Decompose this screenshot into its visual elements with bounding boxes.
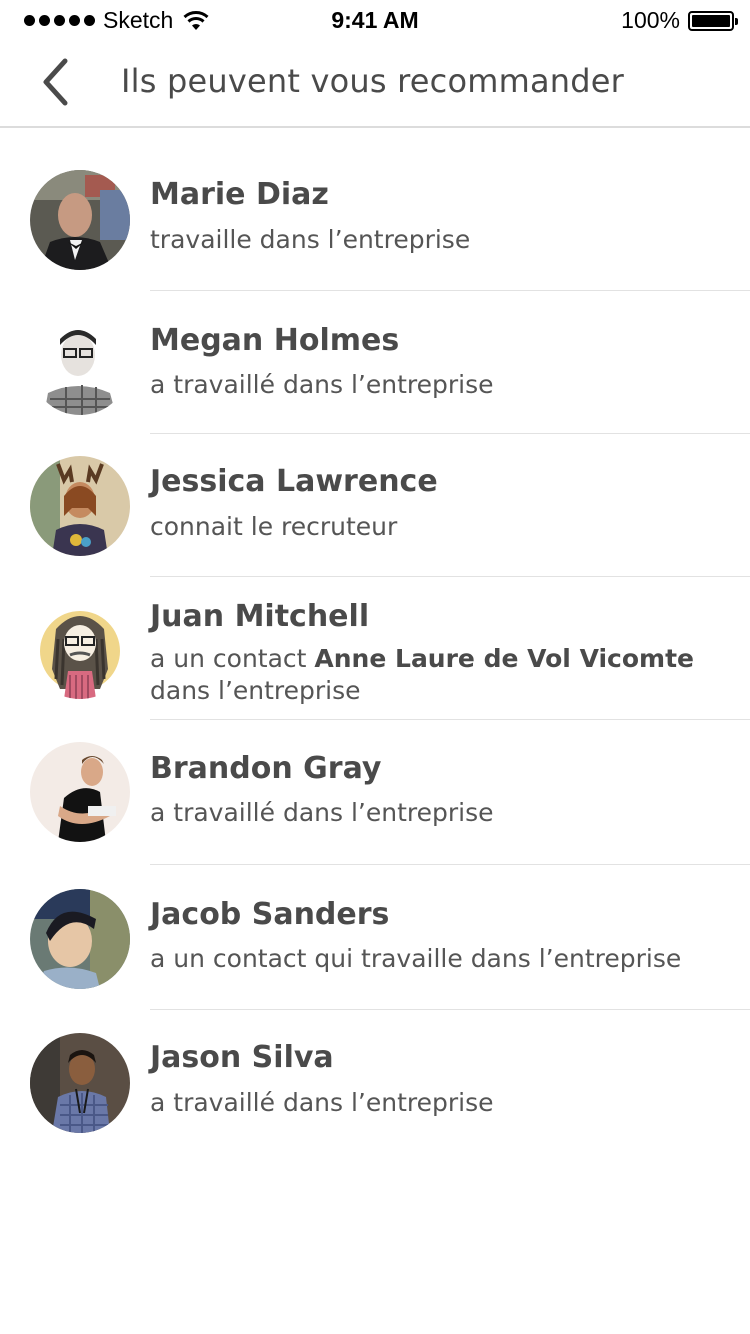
avatar [30,742,130,842]
recommender-list: Marie Diaz travaille dans l’entreprise M… [0,130,750,1155]
chevron-left-icon [43,58,68,106]
avatar [30,599,130,699]
person-name: Jason Silva [150,1040,334,1075]
person-name: Brandon Gray [150,751,382,786]
avatar [30,170,130,270]
relation-prefix: a un contact [150,644,315,673]
person-name: Jessica Lawrence [150,464,438,499]
person-relation: travaille dans l’entreprise [150,225,471,254]
person-relation-suffix: dans l’entreprise [150,676,361,705]
battery-icon [688,10,738,31]
avatar [30,889,130,989]
person-relation: a un contact Anne Laure de Vol Vicomte [150,643,694,675]
contact-name[interactable]: Anne Laure de Vol Vicomte [314,644,694,673]
list-item[interactable]: Jessica Lawrence connait le recruteur [0,434,750,577]
person-name: Jacob Sanders [150,897,390,932]
person-relation: connait le recruteur [150,512,398,541]
avatar [30,1033,130,1133]
person-relation: a un contact qui travaille dans l’entrep… [150,944,682,973]
back-button[interactable] [30,54,80,110]
battery-percent: 100% [621,7,680,33]
person-relation: a travaillé dans l’entreprise [150,1088,494,1117]
list-item[interactable]: Jacob Sanders a un contact qui travaille… [0,865,750,1010]
person-name: Marie Diaz [150,177,329,212]
avatar [30,315,130,415]
navigation-bar: Ils peuvent vous recommander [0,40,750,128]
status-bar: Sketch 9:41 AM 100% [0,0,750,40]
person-name: Juan Mitchell [150,599,370,634]
list-item[interactable]: Juan Mitchell a un contact Anne Laure de… [0,577,750,720]
person-relation: a travaillé dans l’entreprise [150,798,494,827]
avatar [30,456,130,556]
list-item[interactable]: Brandon Gray a travaillé dans l’entrepri… [0,720,750,865]
person-name: Megan Holmes [150,323,400,358]
list-item[interactable]: Megan Holmes a travaillé dans l’entrepri… [0,291,750,434]
list-item[interactable]: Marie Diaz travaille dans l’entreprise [0,130,750,291]
person-relation: a travaillé dans l’entreprise [150,370,494,399]
status-right: 100% [621,7,738,34]
list-item[interactable]: Jason Silva a travaillé dans l’entrepris… [0,1010,750,1155]
page-title: Ils peuvent vous recommander [121,62,625,100]
